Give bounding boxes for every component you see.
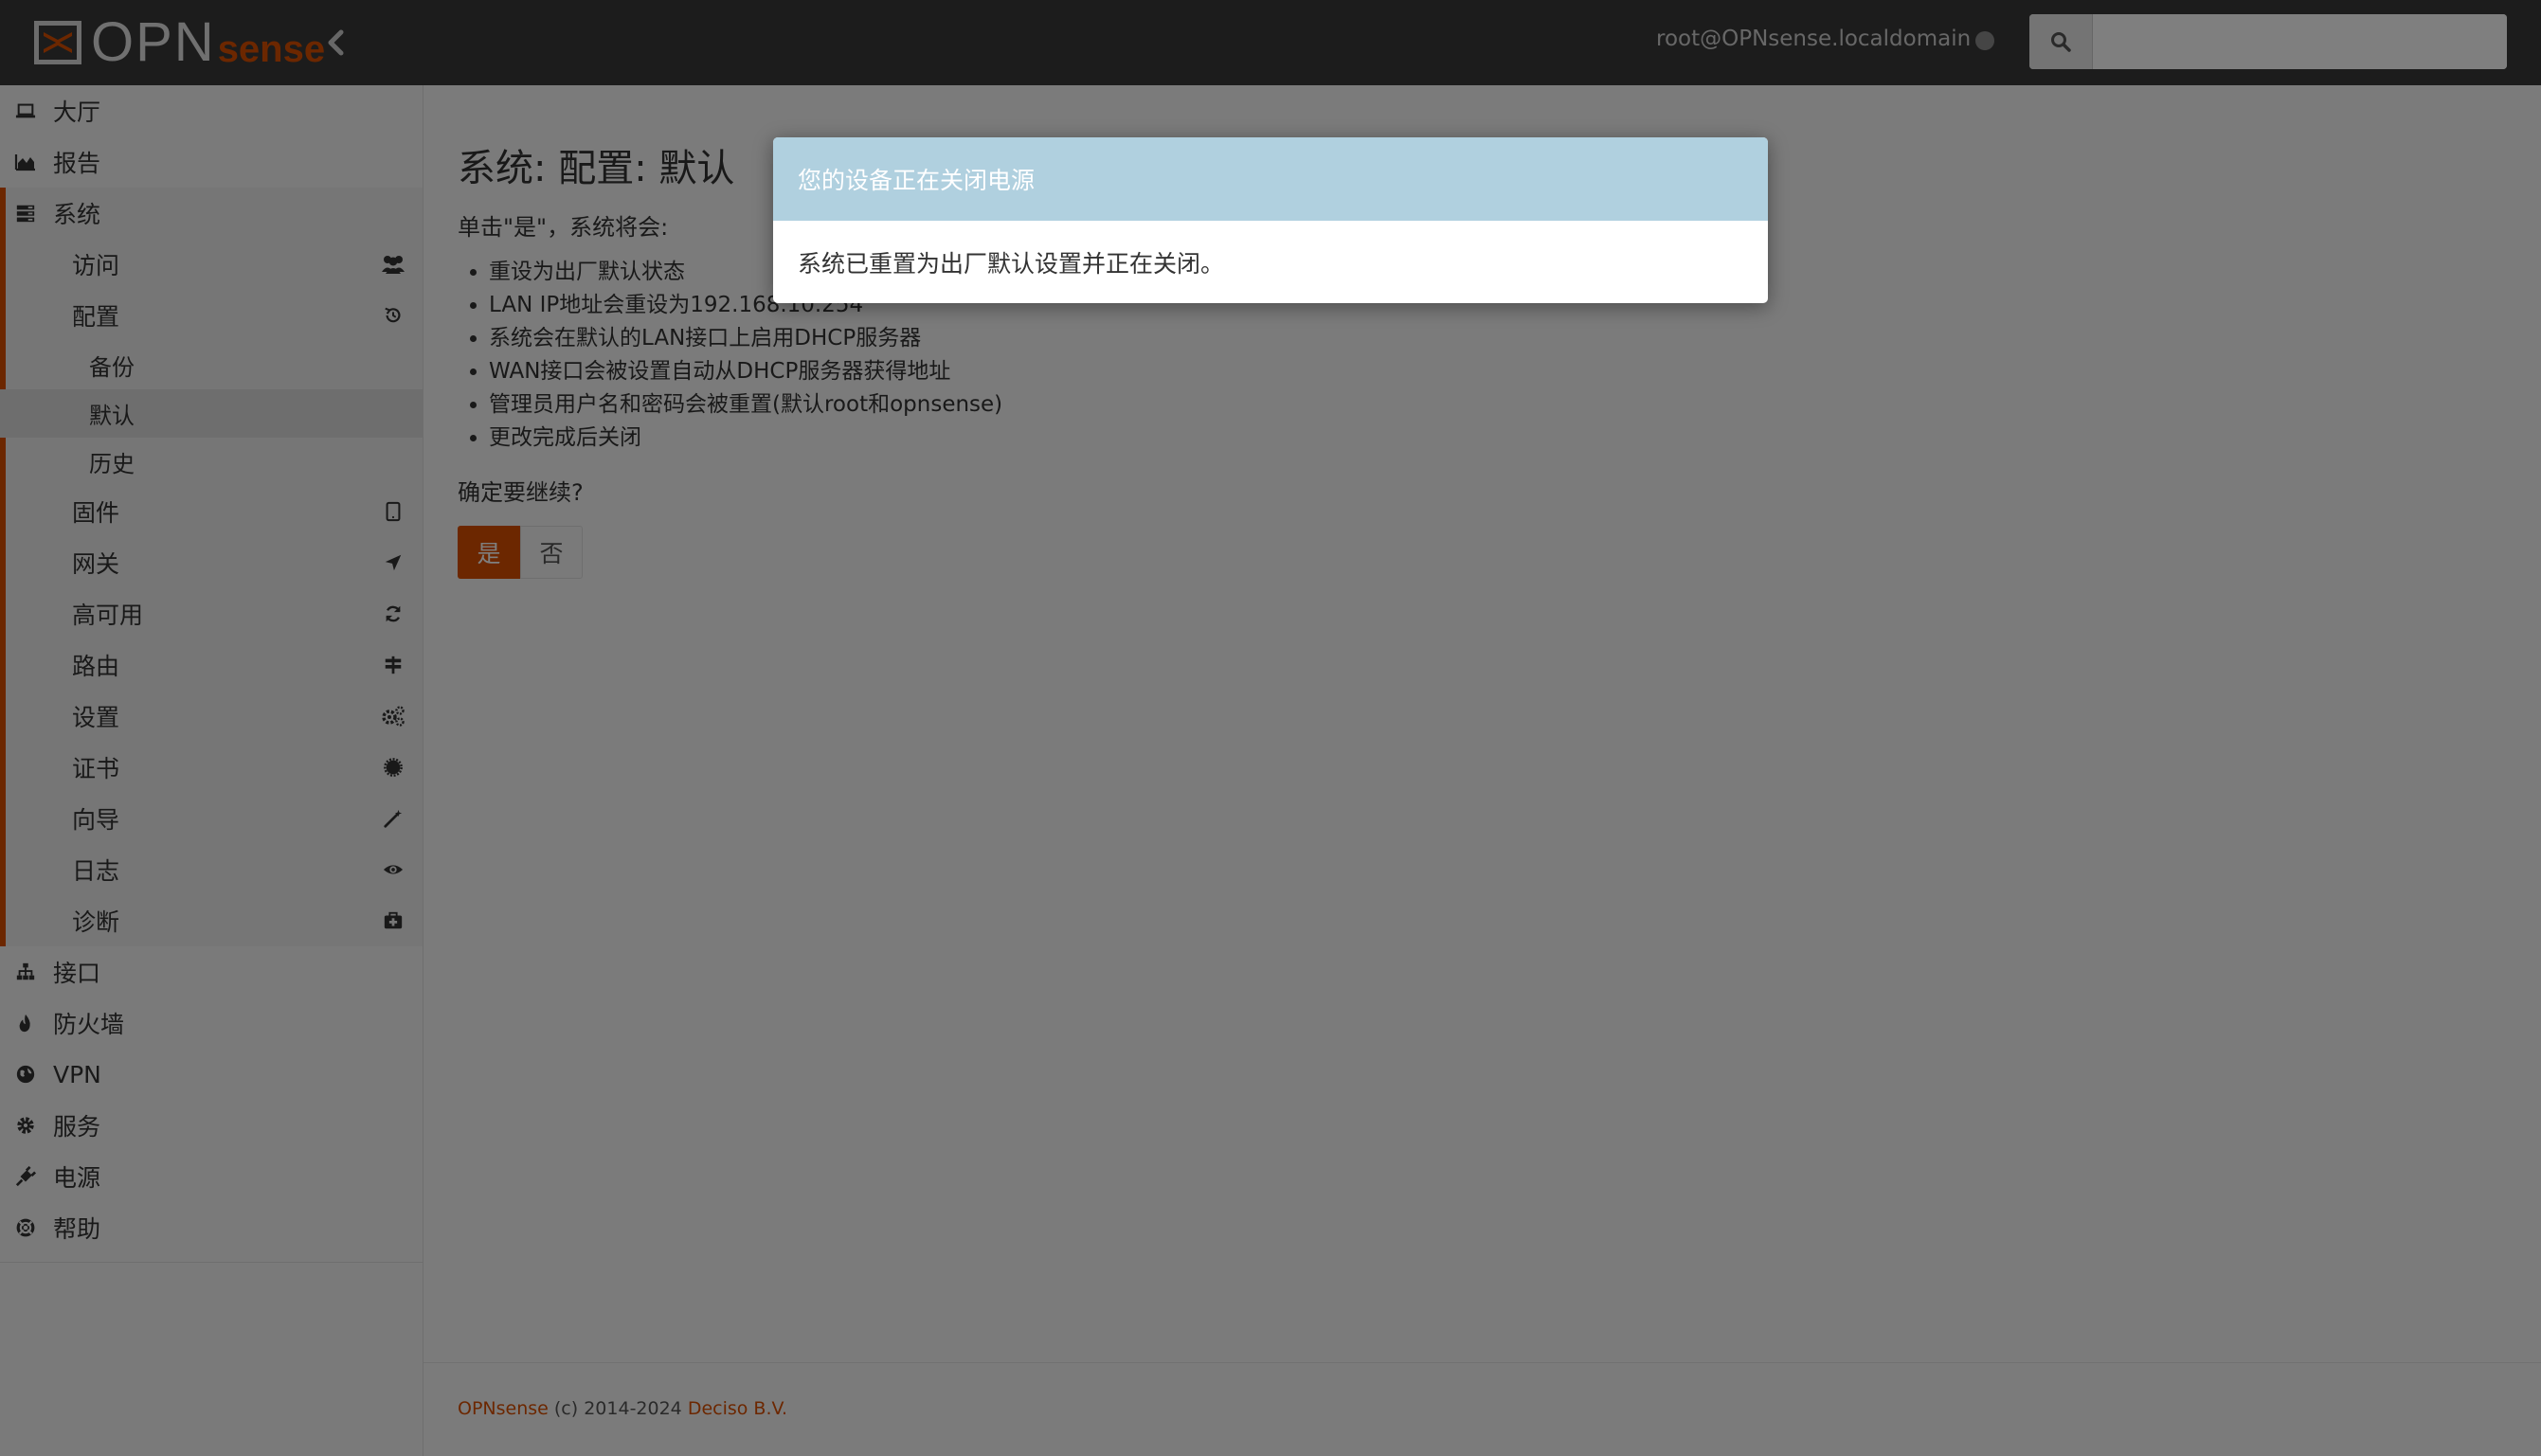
dialog-message: 系统已重置为出厂默认设置并正在关闭。 — [798, 249, 1225, 278]
dialog-title: 您的设备正在关闭电源 — [773, 137, 1768, 221]
shutdown-dialog: 您的设备正在关闭电源 系统已重置为出厂默认设置并正在关闭。 — [773, 137, 1768, 303]
